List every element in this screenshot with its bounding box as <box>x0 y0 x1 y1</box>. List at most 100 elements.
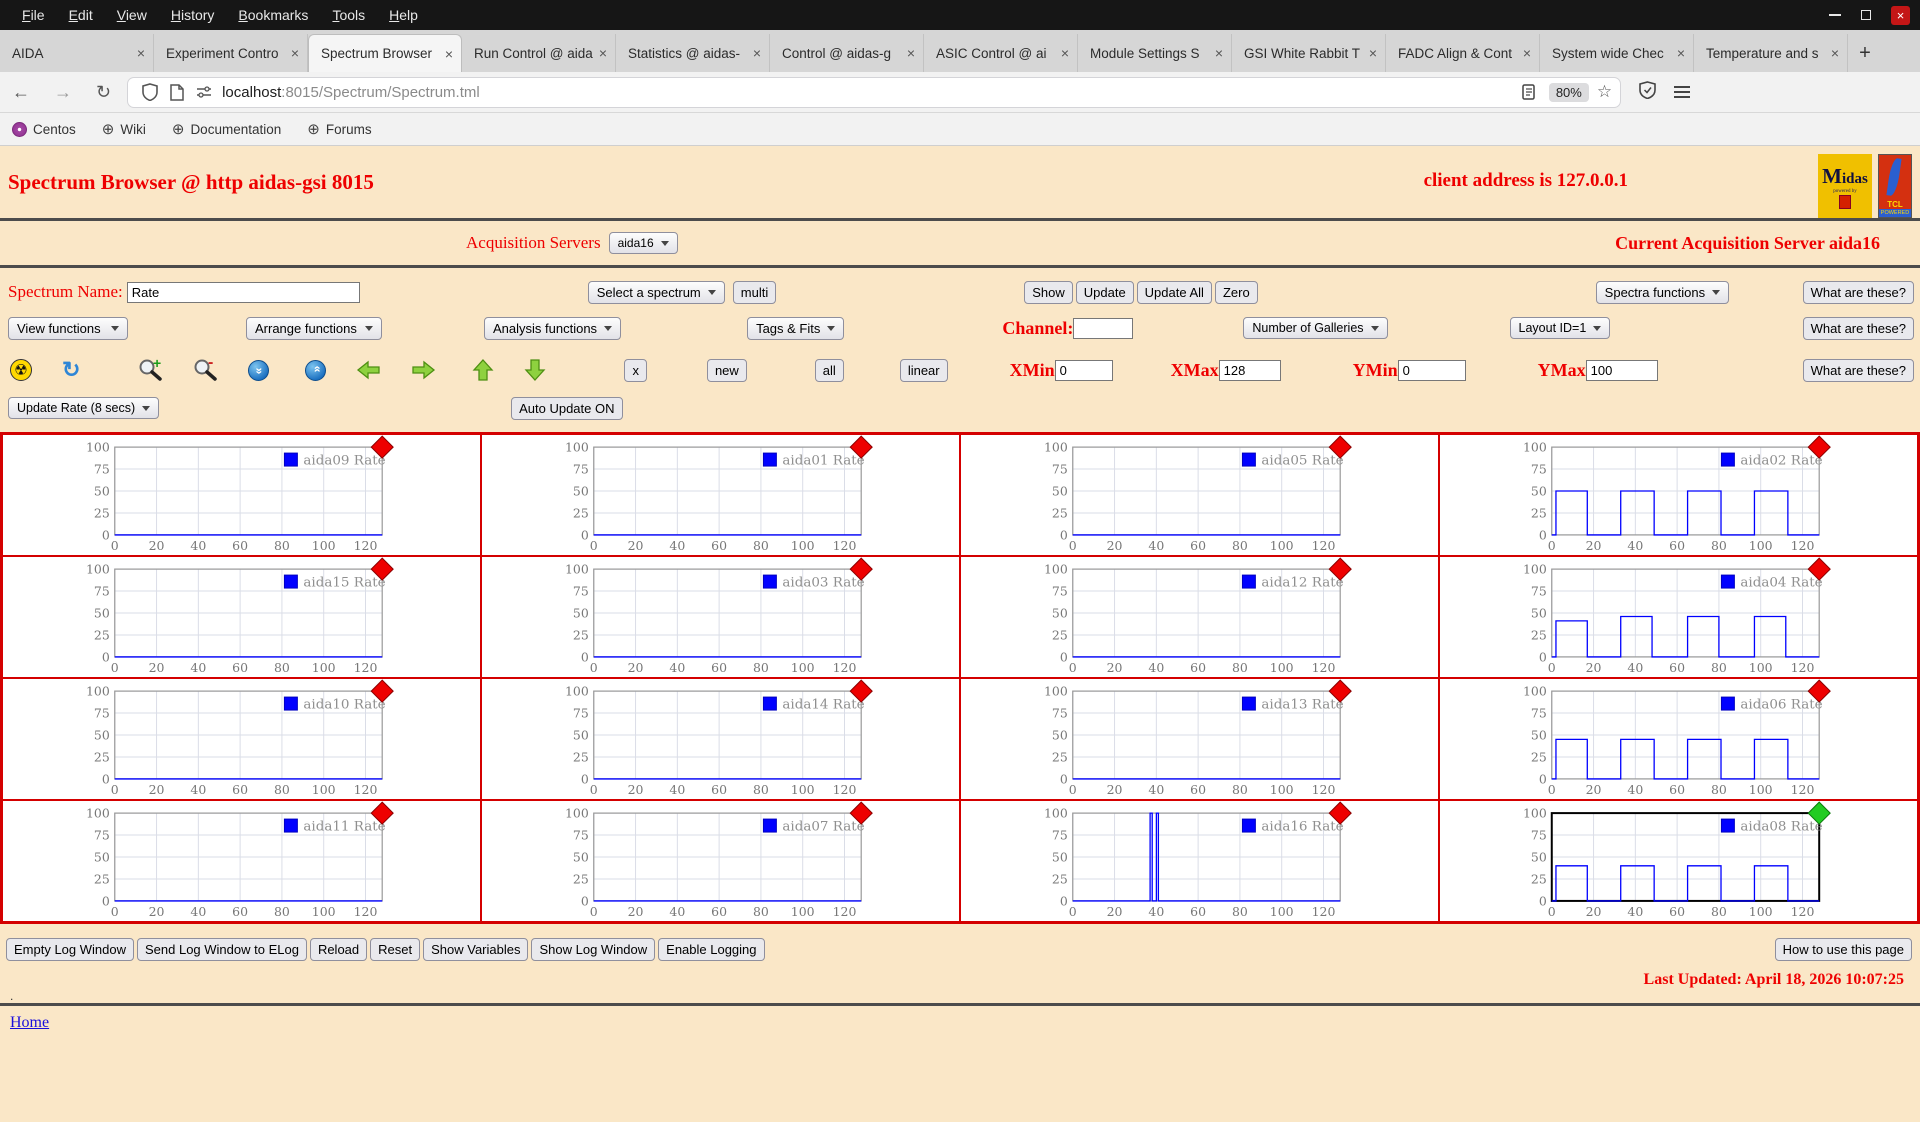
layout-id-dropdown[interactable]: Layout ID=1 <box>1510 317 1611 339</box>
chart-cell-aida02[interactable]: 0204060801001200255075100aida02 Rate <box>1439 434 1918 556</box>
arrow-right-icon[interactable] <box>411 359 436 381</box>
tab-close-icon[interactable]: × <box>1369 45 1377 61</box>
acquisition-server-select[interactable]: aida16 <box>609 232 678 254</box>
ymin-input[interactable] <box>1398 360 1466 381</box>
tab-gsi-white-rabbit-t[interactable]: GSI White Rabbit T× <box>1232 34 1386 72</box>
empty-log-window-button[interactable]: Empty Log Window <box>6 938 134 961</box>
reset-button[interactable]: Reset <box>370 938 420 961</box>
enable-logging-button[interactable]: Enable Logging <box>658 938 764 961</box>
menu-item-view[interactable]: View <box>105 7 159 23</box>
tab-spectrum-browser[interactable]: Spectrum Browser× <box>308 34 462 72</box>
all-button[interactable]: all <box>815 359 844 382</box>
minimize-icon[interactable] <box>1829 14 1841 16</box>
menu-item-bookmarks[interactable]: Bookmarks <box>226 7 320 23</box>
permissions-icon[interactable] <box>190 86 218 98</box>
chart-cell-aida03[interactable]: 0204060801001200255075100aida03 Rate <box>481 556 960 678</box>
tab-close-icon[interactable]: × <box>445 46 453 62</box>
new-button[interactable]: new <box>707 359 747 382</box>
spectrum-name-input[interactable] <box>127 282 360 303</box>
forward-icon[interactable]: → <box>42 82 84 103</box>
bookmark-wiki[interactable]: ⊕Wiki <box>102 120 146 138</box>
show-button[interactable]: Show <box>1024 281 1073 304</box>
tab-aida[interactable]: AIDA× <box>0 34 154 72</box>
send-log-window-to-elog-button[interactable]: Send Log Window to ELog <box>137 938 307 961</box>
xmax-input[interactable] <box>1219 360 1281 381</box>
tab-asic-control-ai[interactable]: ASIC Control @ ai× <box>924 34 1078 72</box>
menu-item-edit[interactable]: Edit <box>57 7 105 23</box>
chart-cell-aida01[interactable]: 0204060801001200255075100aida01 Rate <box>481 434 960 556</box>
reader-mode-icon[interactable] <box>1516 84 1541 100</box>
zoom-in-icon[interactable]: + <box>138 358 165 383</box>
tab-close-icon[interactable]: × <box>1523 45 1531 61</box>
update-all-button[interactable]: Update All <box>1137 281 1212 304</box>
close-window-icon[interactable]: × <box>1891 6 1910 25</box>
tab-close-icon[interactable]: × <box>907 45 915 61</box>
arrow-down-icon[interactable] <box>524 358 546 382</box>
bookmark-documentation[interactable]: ⊕Documentation <box>172 120 281 138</box>
select-spectrum-dropdown[interactable]: Select a spectrum <box>588 281 725 304</box>
menu-item-tools[interactable]: Tools <box>320 7 377 23</box>
how-to-use-button[interactable]: How to use this page <box>1775 938 1912 961</box>
spectra-functions-dropdown[interactable]: Spectra functions <box>1596 281 1729 304</box>
tab-close-icon[interactable]: × <box>1831 45 1839 61</box>
what-are-these-button[interactable]: What are these? <box>1803 359 1914 382</box>
number-of-galleries-dropdown[interactable]: Number of Galleries <box>1243 317 1387 339</box>
zoom-out-icon[interactable]: - <box>193 358 220 383</box>
menu-item-file[interactable]: File <box>10 7 57 23</box>
chart-cell-aida06[interactable]: 0204060801001200255075100aida06 Rate <box>1439 678 1918 800</box>
what-are-these-button[interactable]: What are these? <box>1803 281 1914 304</box>
zoom-level-badge[interactable]: 80% <box>1549 83 1589 102</box>
tab-experiment-contro[interactable]: Experiment Contro× <box>154 34 308 72</box>
url-text[interactable]: localhost:8015/Spectrum/Spectrum.tml <box>222 84 1516 101</box>
auto-update-button[interactable]: Auto Update ON <box>511 397 622 420</box>
app-menu-icon[interactable] <box>1674 86 1690 98</box>
bookmark-forums[interactable]: ⊕Forums <box>307 120 371 138</box>
maximize-icon[interactable] <box>1861 10 1871 20</box>
chart-cell-aida09[interactable]: 0204060801001200255075100aida09 Rate <box>2 434 481 556</box>
analysis-functions-dropdown[interactable]: Analysis functions <box>484 317 621 340</box>
tab-close-icon[interactable]: × <box>1061 45 1069 61</box>
tab-module-settings-s[interactable]: Module Settings S× <box>1078 34 1232 72</box>
arrange-functions-dropdown[interactable]: Arrange functions <box>246 317 382 340</box>
channel-input[interactable] <box>1073 318 1133 339</box>
zero-button[interactable]: Zero <box>1215 281 1258 304</box>
tab-close-icon[interactable]: × <box>599 45 607 61</box>
tab-close-icon[interactable]: × <box>1215 45 1223 61</box>
tags-fits-dropdown[interactable]: Tags & Fits <box>747 317 844 340</box>
chart-cell-aida07[interactable]: 0204060801001200255075100aida07 Rate <box>481 800 960 922</box>
tab-fadc-align-cont[interactable]: FADC Align & Cont× <box>1386 34 1540 72</box>
menu-item-history[interactable]: History <box>159 7 227 23</box>
chart-cell-aida11[interactable]: 0204060801001200255075100aida11 Rate <box>2 800 481 922</box>
tab-run-control-aida[interactable]: Run Control @ aida× <box>462 34 616 72</box>
radioactive-icon[interactable]: ☢ <box>10 359 32 381</box>
chart-cell-aida12[interactable]: 0204060801001200255075100aida12 Rate <box>960 556 1439 678</box>
shift-up-icon[interactable]: » <box>305 360 326 381</box>
show-variables-button[interactable]: Show Variables <box>423 938 528 961</box>
arrow-left-icon[interactable] <box>356 359 381 381</box>
chart-cell-aida10[interactable]: 0204060801001200255075100aida10 Rate <box>2 678 481 800</box>
chart-cell-aida15[interactable]: 0204060801001200255075100aida15 Rate <box>2 556 481 678</box>
page-info-icon[interactable] <box>164 84 190 101</box>
view-functions-dropdown[interactable]: View functions <box>8 317 128 340</box>
tcl-powered-logo[interactable]: TCL POWERED <box>1878 154 1912 218</box>
chart-cell-aida13[interactable]: 0204060801001200255075100aida13 Rate <box>960 678 1439 800</box>
chart-cell-aida16[interactable]: 0204060801001200255075100aida16 Rate <box>960 800 1439 922</box>
back-icon[interactable]: ← <box>0 82 42 103</box>
ymax-input[interactable] <box>1586 360 1658 381</box>
tab-close-icon[interactable]: × <box>1677 45 1685 61</box>
reload-button[interactable]: Reload <box>310 938 367 961</box>
bookmark-star-icon[interactable]: ☆ <box>1597 82 1612 102</box>
url-bar[interactable]: localhost:8015/Spectrum/Spectrum.tml 80%… <box>127 77 1621 108</box>
chart-cell-aida04[interactable]: 0204060801001200255075100aida04 Rate <box>1439 556 1918 678</box>
linear-button[interactable]: linear <box>900 359 948 382</box>
shield-icon[interactable] <box>136 83 164 101</box>
multi-button[interactable]: multi <box>733 281 776 304</box>
menu-item-help[interactable]: Help <box>377 7 430 23</box>
tab-close-icon[interactable]: × <box>291 45 299 61</box>
update-rate-dropdown[interactable]: Update Rate (8 secs) <box>8 397 159 419</box>
x-button[interactable]: x <box>624 359 647 382</box>
tab-close-icon[interactable]: × <box>137 45 145 61</box>
tab-statistics-aidas[interactable]: Statistics @ aidas-× <box>616 34 770 72</box>
xmin-input[interactable] <box>1055 360 1113 381</box>
protections-shield-icon[interactable] <box>1639 81 1656 104</box>
